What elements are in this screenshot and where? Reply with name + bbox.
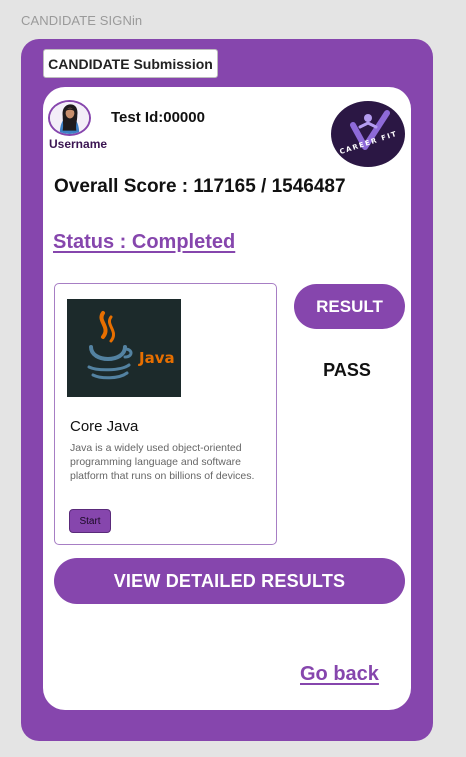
career-fit-logo: CAREER FIT — [331, 101, 405, 167]
course-description: Java is a widely used object-oriented pr… — [70, 442, 255, 482]
start-button[interactable]: Start — [69, 509, 111, 533]
status-link[interactable]: Status : Completed — [53, 231, 235, 254]
test-id-label: Test Id:00000 — [111, 109, 205, 126]
go-back-link[interactable]: Go back — [300, 663, 379, 686]
course-card: Java Core Java Java is a widely used obj… — [54, 283, 277, 545]
candidate-submission-tab[interactable]: CANDIDATE Submission — [43, 49, 218, 78]
user-avatar-icon[interactable] — [48, 100, 91, 136]
result-button[interactable]: RESULT — [294, 284, 405, 329]
course-title: Core Java — [70, 418, 139, 435]
username-label: Username — [49, 137, 108, 151]
result-value: PASS — [323, 360, 371, 380]
view-detailed-results-button[interactable]: VIEW DETAILED RESULTS — [54, 558, 405, 604]
java-thumb-label: Java — [138, 349, 175, 367]
java-cup-icon: Java — [67, 299, 181, 397]
overall-score: Overall Score : 117165 / 1546487 — [54, 176, 346, 197]
page-label: CANDIDATE SIGNin — [21, 13, 143, 28]
